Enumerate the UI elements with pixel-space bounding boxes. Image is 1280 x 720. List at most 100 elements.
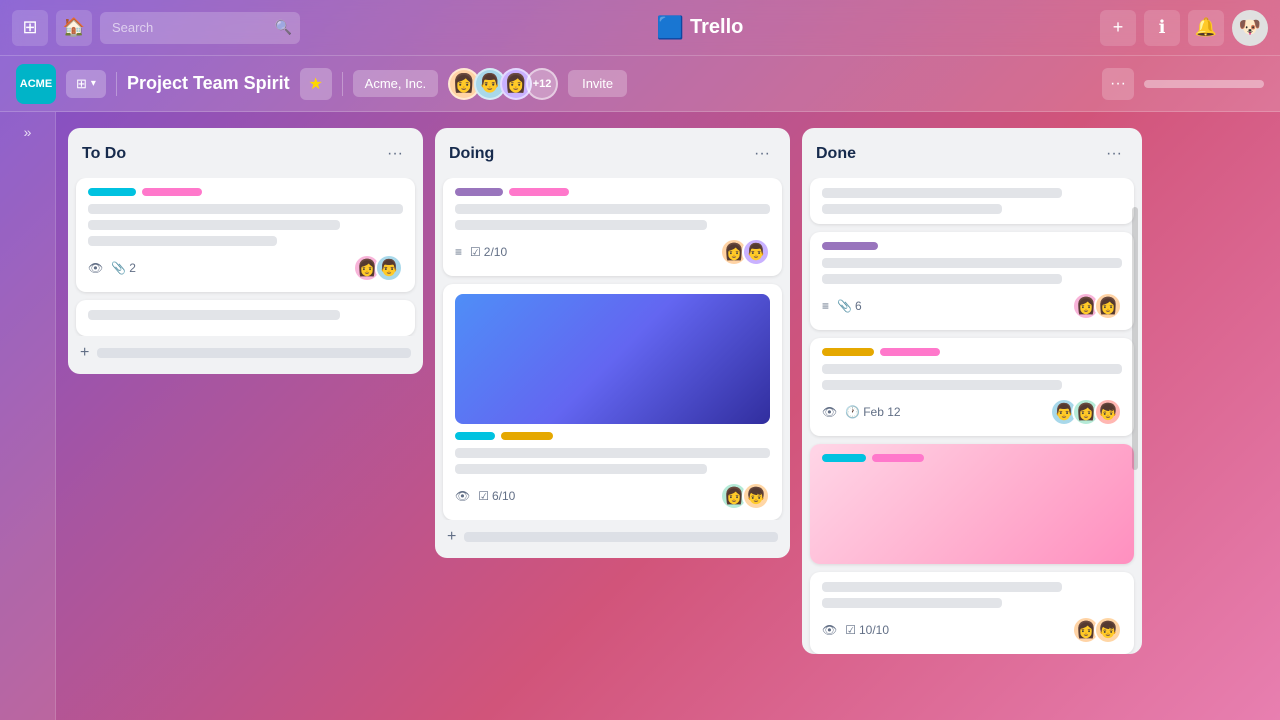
card-done-2[interactable]: ≡ 📎 6 👩 👩 [810,232,1134,330]
card-avatar-2: 👨 [742,238,770,266]
card-labels [822,454,1122,462]
star-button[interactable]: ★ [300,68,332,100]
label-purple [455,188,503,196]
column-doing-menu-button[interactable]: ··· [748,140,776,168]
label-pink [880,348,940,356]
column-doing: Doing ··· ≡ ☑ [435,128,790,558]
card-text-2 [822,380,1062,390]
column-done-menu-button[interactable]: ··· [1100,140,1128,168]
card-text-2 [455,464,707,474]
check-icon: ☑ [470,245,481,259]
member-avatars-group: 👩 👨 👩 +12 [448,68,558,100]
card-text-1 [88,204,403,214]
card-icons: 👁 ☑ 10/10 [822,623,889,637]
card-avatar-2: 👦 [742,482,770,510]
label-pink [872,454,924,462]
card-todo-1[interactable]: 👁 📎 2 👩 👨 [76,178,415,292]
search-input[interactable] [100,12,300,44]
card-avatar-3: 👦 [1094,398,1122,426]
nav-right-actions: + ℹ 🔔 🐶 [1100,10,1268,46]
top-navigation: ⊞ 🏠 🔍 🟦 Trello + ℹ 🔔 🐶 [0,0,1280,56]
label-cyan [455,432,495,440]
add-button[interactable]: + [1100,10,1136,46]
attachment-icon: 📎 2 [111,261,136,275]
card-labels [822,348,1122,356]
column-todo-menu-button[interactable]: ··· [381,140,409,168]
more-members-badge[interactable]: +12 [526,68,558,100]
card-text-1 [822,188,1062,198]
card-done-4[interactable] [810,444,1134,564]
card-todo-2[interactable] [76,300,415,336]
eye-icon: 👁 [455,489,470,503]
eye-icon: 👁 [822,623,837,637]
card-doing-1[interactable]: ≡ ☑ 2/10 👩 👨 [443,178,782,276]
scrollbar [1132,207,1138,470]
card-footer: 👁 ☑ 6/10 👩 👦 [455,482,770,510]
card-footer: ≡ 📎 6 👩 👩 [822,292,1122,320]
app-title: Trello [690,16,743,39]
label-cyan [822,454,866,462]
card-footer: 👁 🕐 Feb 12 👨 👩 👦 [822,398,1122,426]
menu-icon: ≡ [822,299,829,313]
checklist-icon: ☑ 2/10 [470,245,507,259]
checklist-icon: ☑ 6/10 [478,489,515,503]
card-done-5[interactable]: 👁 ☑ 10/10 👩 👦 [810,572,1134,654]
card-doing-2[interactable]: 👁 ☑ 6/10 👩 👦 [443,284,782,520]
card-avatars: 👩 👦 [1072,616,1122,644]
user-avatar[interactable]: 🐶 [1232,10,1268,46]
card-avatar-2: 👦 [1094,616,1122,644]
search-container: 🔍 [100,12,300,44]
views-icon: ⊞ [76,76,87,92]
clock-icon: 🕐 [845,405,860,419]
card-footer: 👁 ☑ 10/10 👩 👦 [822,616,1122,644]
card-icons: 👁 📎 2 [88,261,136,275]
card-text-1 [822,258,1122,268]
card-labels [88,188,403,196]
card-avatars: 👩 👦 [720,482,770,510]
menu-icon: ≡ [455,245,462,259]
workspace-icon: ACME [16,64,56,104]
label-pink [142,188,202,196]
card-icons: 👁 ☑ 6/10 [455,489,515,503]
card-avatars: 👩 👨 [720,238,770,266]
add-card-row-doing[interactable]: + [435,520,790,558]
board-more-button[interactable]: ··· [1102,68,1134,100]
label-purple [822,242,878,250]
check-icon: ☑ [845,623,856,637]
attachment-count: 2 [129,261,136,275]
label-yellow [822,348,874,356]
notification-button[interactable]: 🔔 [1188,10,1224,46]
invite-button[interactable]: Invite [568,70,627,97]
card-icons: 👁 🕐 Feb 12 [822,405,901,419]
column-doing-content: ≡ ☑ 2/10 👩 👨 [435,178,790,520]
board-views-button[interactable]: ⊞ ▾ [66,70,106,98]
add-card-placeholder [464,532,778,542]
grid-icon-button[interactable]: ⊞ [12,10,48,46]
card-done-1[interactable] [810,178,1134,224]
board-title: Project Team Spirit [127,73,290,94]
board-header: ACME ⊞ ▾ Project Team Spirit ★ Acme, Inc… [0,56,1280,112]
card-cover-image [455,294,770,424]
workspace-label-button[interactable]: Acme, Inc. [353,70,438,97]
card-text-1 [88,310,340,320]
checklist-icon: ☑ 10/10 [845,623,889,637]
column-todo-header: To Do ··· [68,128,423,178]
card-text-2 [822,274,1062,284]
add-card-row-todo[interactable]: + [68,336,423,374]
eye-icon: 👁 [88,261,103,275]
info-button[interactable]: ℹ [1144,10,1180,46]
card-labels [822,242,1122,250]
due-date-icon: 🕐 Feb 12 [845,405,900,419]
column-done-content: ≡ 📎 6 👩 👩 [802,178,1142,654]
card-done-3[interactable]: 👁 🕐 Feb 12 👨 👩 👦 [810,338,1134,436]
home-icon-button[interactable]: 🏠 [56,10,92,46]
card-footer: ≡ ☑ 2/10 👩 👨 [455,238,770,266]
column-todo-title: To Do [82,145,126,163]
add-card-plus-icon: + [447,528,456,546]
card-text-2 [822,598,1002,608]
card-avatar-2: 👩 [1094,292,1122,320]
card-text-2 [455,220,707,230]
sidebar-collapse-icon[interactable]: » [24,124,32,140]
filter-bar [1144,80,1264,88]
card-icons: ≡ 📎 6 [822,299,862,313]
